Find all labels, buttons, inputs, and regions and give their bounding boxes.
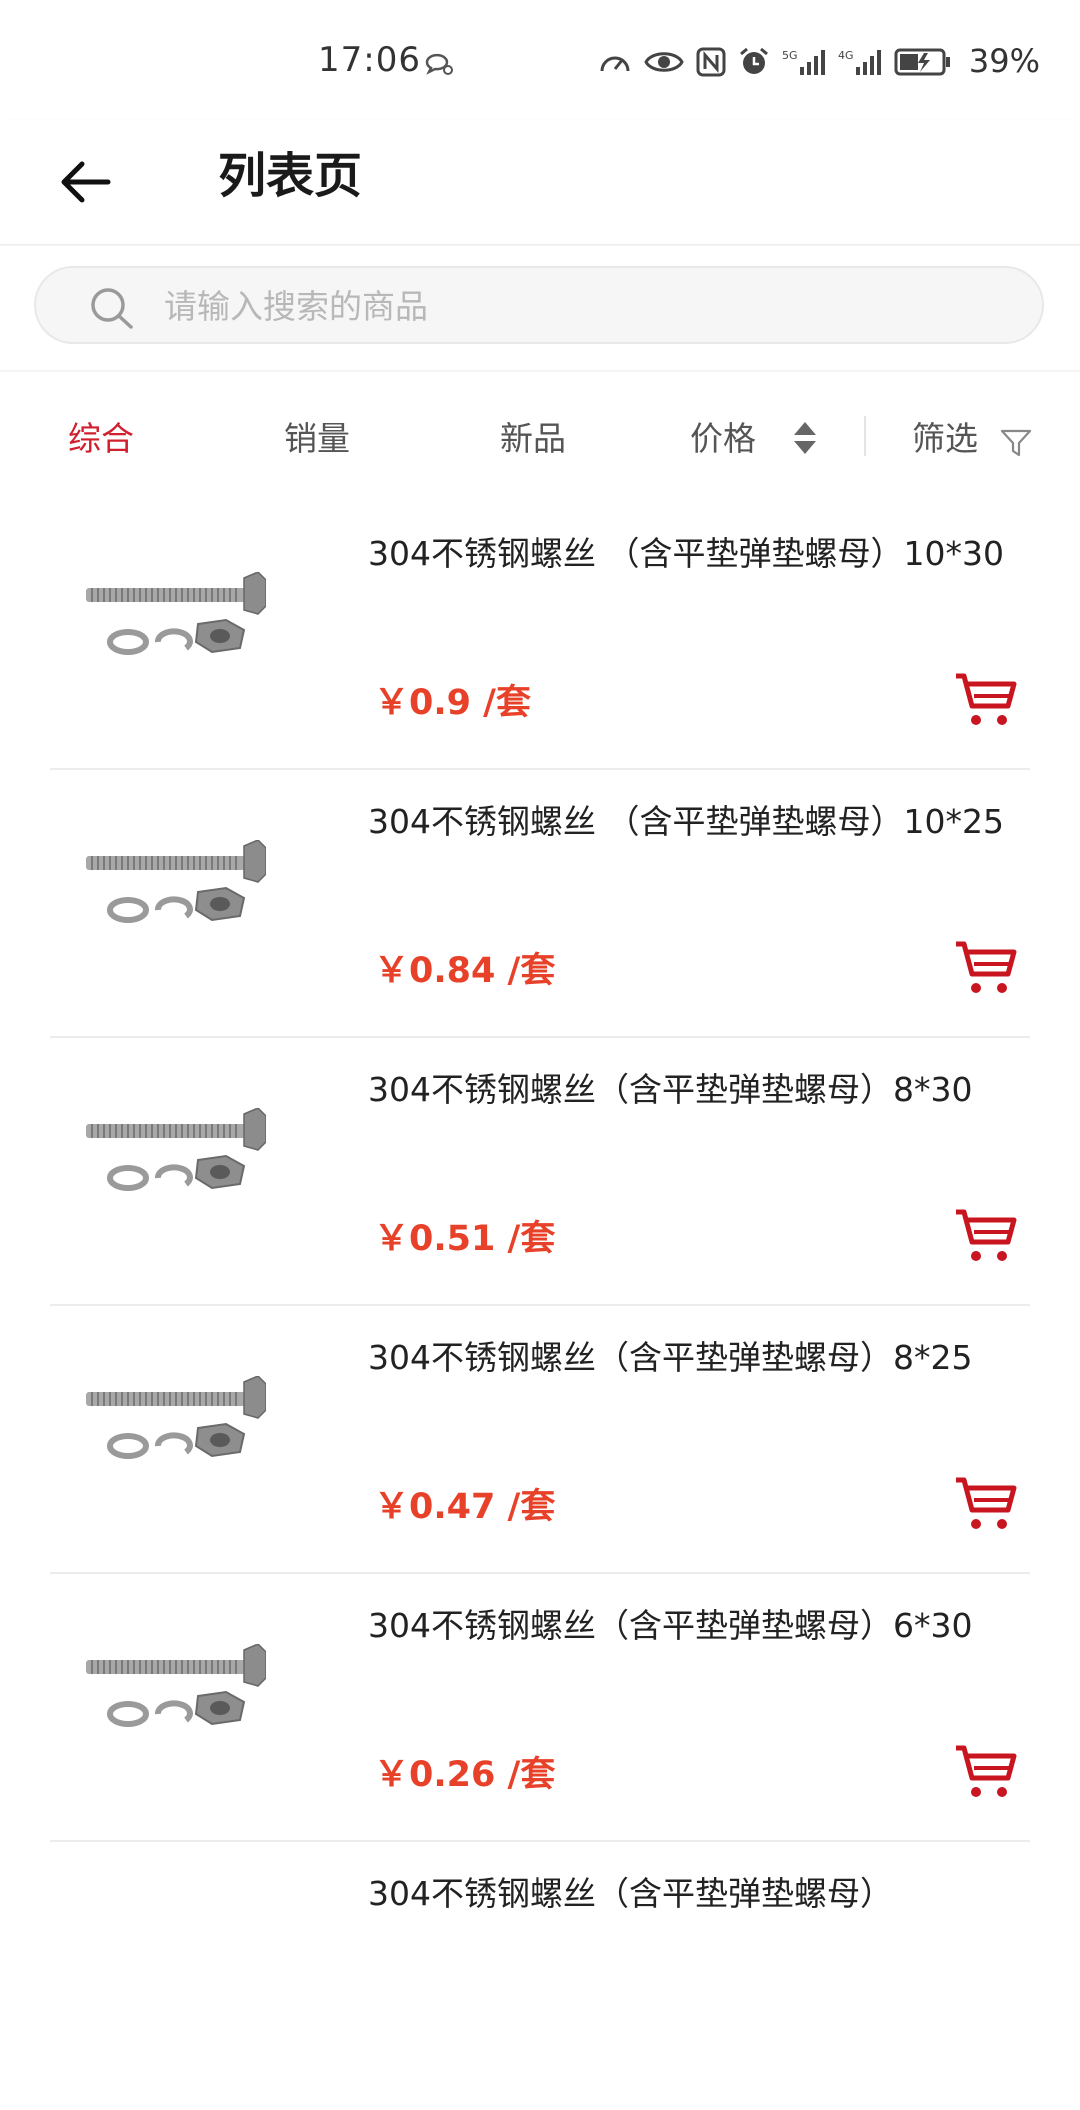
- list-item[interactable]: 304不锈钢螺丝（含平垫弹垫螺母）8*30 ￥0.51 /套: [50, 1038, 1030, 1306]
- product-name[interactable]: 304不锈钢螺丝 （含平垫弹垫螺母）10*25: [368, 794, 1008, 849]
- sort-divider: [864, 416, 866, 456]
- product-name[interactable]: 304不锈钢螺丝（含平垫弹垫螺母）8*25: [368, 1330, 1008, 1385]
- list-item[interactable]: 304不锈钢螺丝 （含平垫弹垫螺母）10*30 ￥0.9 /套: [50, 502, 1030, 770]
- svg-text:5G: 5G: [782, 49, 798, 62]
- sort-comprehensive[interactable]: 综合: [68, 412, 134, 460]
- back-button[interactable]: [52, 150, 122, 214]
- sort-bar: 综合 销量 新品 价格 筛选: [0, 372, 1080, 502]
- sort-new[interactable]: 新品: [500, 412, 566, 460]
- sort-price[interactable]: 价格: [690, 412, 756, 460]
- status-bar: 17:06 5G 4G 39%: [0, 0, 1080, 120]
- product-image[interactable]: [86, 1644, 266, 1754]
- arrow-left-icon: [61, 161, 111, 203]
- header: 列表页: [0, 120, 1080, 245]
- list-item[interactable]: 304不锈钢螺丝 （含平垫弹垫螺母）10*25 ￥0.84 /套: [50, 770, 1030, 1038]
- svg-text:4G: 4G: [838, 49, 854, 62]
- list-item[interactable]: 304不锈钢螺丝（含平垫弹垫螺母）6*30 ￥0.26 /套: [50, 1574, 1030, 1842]
- product-price: ￥0.84 /套: [374, 951, 556, 991]
- chat-bubble-icon: [424, 52, 454, 80]
- alarm-icon: [740, 47, 768, 74]
- battery-percentage: 39%: [968, 42, 1040, 80]
- add-to-cart-button[interactable]: [954, 1474, 1018, 1534]
- search-box[interactable]: [34, 266, 1044, 344]
- cart-icon: [956, 941, 1017, 993]
- search-area: [0, 246, 1080, 372]
- sort-sales[interactable]: 销量: [284, 412, 350, 460]
- cart-icon: [956, 673, 1017, 725]
- speed-icon: [600, 56, 630, 72]
- product-image[interactable]: [86, 1108, 266, 1218]
- add-to-cart-button[interactable]: [954, 938, 1018, 998]
- add-to-cart-button[interactable]: [954, 670, 1018, 730]
- product-price: ￥0.9 /套: [374, 683, 531, 723]
- product-name[interactable]: 304不锈钢螺丝（含平垫弹垫螺母）8*30: [368, 1062, 1008, 1117]
- sort-filter[interactable]: 筛选: [912, 412, 978, 460]
- product-image[interactable]: [86, 840, 266, 950]
- sort-arrows-icon[interactable]: [792, 420, 818, 460]
- eye-icon: [644, 52, 684, 72]
- battery-icon: [894, 48, 950, 76]
- search-input[interactable]: [162, 278, 1016, 334]
- cart-icon: [956, 1477, 1017, 1529]
- product-name[interactable]: 304不锈钢螺丝（含平垫弹垫螺母）6*30: [368, 1598, 1008, 1653]
- product-image[interactable]: [86, 1376, 266, 1486]
- signal-5g-icon: 5G: [782, 49, 825, 75]
- status-icons: 5G 4G: [598, 46, 952, 78]
- product-name[interactable]: 304不锈钢螺丝 （含平垫弹垫螺母）10*30: [368, 526, 1008, 581]
- nfc-icon: [696, 47, 726, 77]
- list-item[interactable]: 304不锈钢螺丝（含平垫弹垫螺母）: [50, 1842, 1030, 2110]
- add-to-cart-button[interactable]: [954, 1742, 1018, 1802]
- product-price: ￥0.47 /套: [374, 1487, 556, 1527]
- product-price: ￥0.26 /套: [374, 1755, 556, 1795]
- page-title: 列表页: [218, 148, 363, 204]
- list-item[interactable]: 304不锈钢螺丝（含平垫弹垫螺母）8*25 ￥0.47 /套: [50, 1306, 1030, 1574]
- product-name[interactable]: 304不锈钢螺丝（含平垫弹垫螺母）: [368, 1866, 1008, 1921]
- filter-icon[interactable]: [1000, 428, 1032, 462]
- add-to-cart-button[interactable]: [954, 1206, 1018, 1266]
- signal-4g-icon: 4G: [838, 49, 881, 75]
- status-time: 17:06: [318, 40, 421, 80]
- search-icon: [88, 286, 140, 334]
- product-image[interactable]: [86, 572, 266, 682]
- product-price: ￥0.51 /套: [374, 1219, 556, 1259]
- cart-icon: [956, 1209, 1017, 1261]
- cart-icon: [956, 1745, 1017, 1797]
